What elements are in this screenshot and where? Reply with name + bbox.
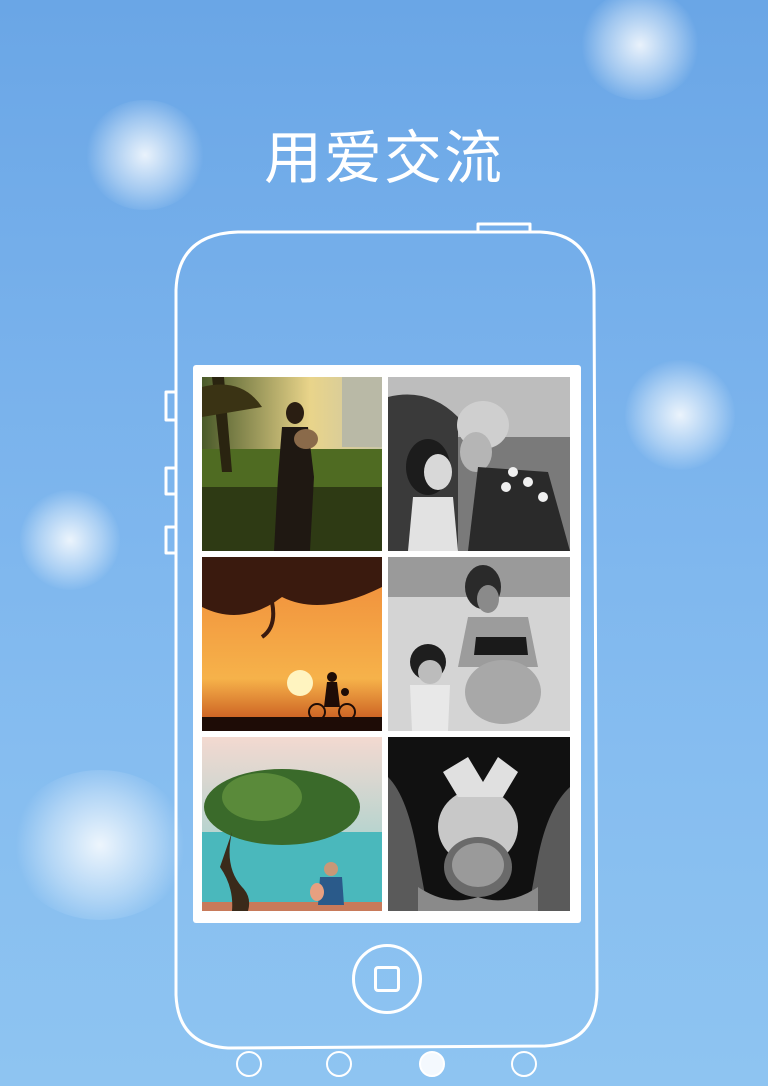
page-dot-active[interactable] xyxy=(419,1051,445,1077)
father-child-tree-sea-photo-icon xyxy=(202,737,382,911)
photo-tile[interactable] xyxy=(202,737,382,911)
page-dot[interactable] xyxy=(326,1051,352,1077)
pregnant-mother-daughter-photo-icon xyxy=(388,557,570,731)
bokeh-light xyxy=(625,360,735,470)
phone-screen xyxy=(193,365,581,923)
photo-tile[interactable] xyxy=(202,377,382,551)
bokeh-light xyxy=(10,770,190,920)
mother-baby-sunset-photo-icon xyxy=(202,377,382,551)
baby-hands-photo-icon xyxy=(388,737,570,911)
home-square-icon xyxy=(374,966,400,992)
photo-tile[interactable] xyxy=(388,557,570,731)
photo-tile[interactable] xyxy=(388,377,570,551)
page-dot[interactable] xyxy=(236,1051,262,1077)
page-title: 用爱交流 xyxy=(263,123,504,192)
photo-tile[interactable] xyxy=(388,737,570,911)
photo-tile[interactable] xyxy=(202,557,382,731)
family-bicycle-sunset-photo-icon xyxy=(202,557,382,731)
grandmother-child-kiss-photo-icon xyxy=(388,377,570,551)
home-button[interactable] xyxy=(352,944,422,1014)
bokeh-light xyxy=(20,490,120,590)
page-dot[interactable] xyxy=(511,1051,537,1077)
page-indicator xyxy=(0,1051,768,1079)
bokeh-light xyxy=(580,0,700,100)
